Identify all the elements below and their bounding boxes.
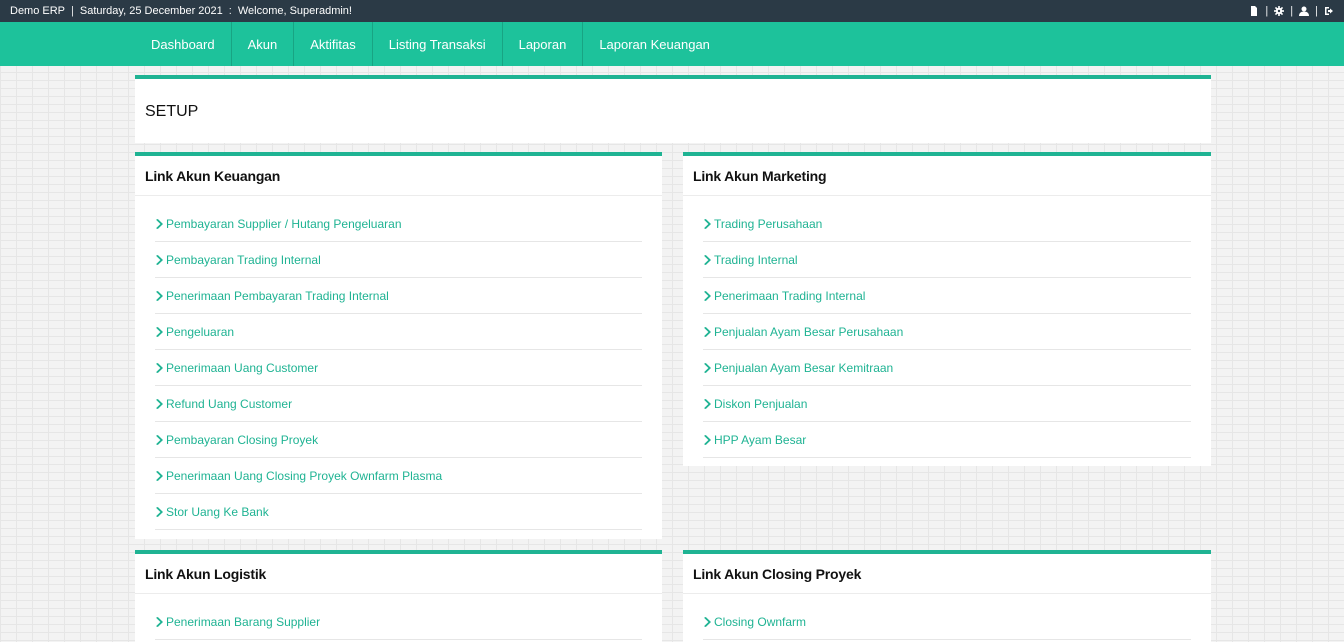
card-title: Link Akun Marketing <box>683 156 1211 196</box>
gear-icon[interactable] <box>1274 6 1285 16</box>
list-item[interactable]: Diskon Penjualan <box>703 386 1191 422</box>
list-item-label: Penerimaan Uang Closing Proyek Ownfarm P… <box>166 468 443 483</box>
list-item[interactable]: Penerimaan Uang Customer <box>155 350 642 386</box>
page-title: SETUP <box>145 103 199 120</box>
list-item[interactable]: Closing Ownfarm <box>703 604 1191 640</box>
chevron-right-icon <box>703 616 712 627</box>
link-list: Pembayaran Supplier / Hutang Pengeluaran… <box>135 196 662 530</box>
list-item-label: Stor Uang Ke Bank <box>166 504 269 519</box>
list-item-label: Trading Internal <box>714 252 798 267</box>
chevron-right-icon <box>155 218 164 229</box>
file-icon[interactable] <box>1249 6 1259 16</box>
list-item-label: Pembayaran Closing Proyek <box>166 432 319 447</box>
chevron-right-icon <box>703 398 712 409</box>
chevron-right-icon <box>155 254 164 265</box>
chevron-right-icon <box>703 326 712 337</box>
separator: | <box>71 5 74 17</box>
chevron-right-icon <box>155 290 164 301</box>
list-item-label: Trading Perusahaan <box>714 216 823 231</box>
separator: | <box>1265 5 1269 17</box>
nav-akun[interactable]: Akun <box>232 22 295 66</box>
card-title: Link Akun Logistik <box>135 554 662 594</box>
list-item-label: Penerimaan Barang Supplier <box>166 614 321 629</box>
list-item[interactable]: Stor Uang Ke Bank <box>155 494 642 530</box>
logout-icon[interactable] <box>1324 6 1334 16</box>
list-item[interactable]: Penjualan Ayam Besar Perusahaan <box>703 314 1191 350</box>
nav-listing-transaksi[interactable]: Listing Transaksi <box>373 22 503 66</box>
list-item[interactable]: Trading Internal <box>703 242 1191 278</box>
list-item-label: HPP Ayam Besar <box>714 432 807 447</box>
separator: : <box>228 5 232 17</box>
app-name: Demo ERP <box>10 5 66 17</box>
welcome-text: Welcome, Superadmin! <box>237 5 352 17</box>
list-item[interactable]: Penerimaan Pembayaran Trading Internal <box>155 278 642 314</box>
nav-dashboard[interactable]: Dashboard <box>135 22 232 66</box>
list-item[interactable]: Penjualan Ayam Besar Kemitraan <box>703 350 1191 386</box>
list-item-label: Penerimaan Uang Customer <box>166 360 319 375</box>
card-title: Link Akun Keuangan <box>135 156 662 196</box>
card-link-akun-keuangan: Link Akun Keuangan Pembayaran Supplier /… <box>135 152 662 539</box>
chevron-right-icon <box>703 362 712 373</box>
list-item[interactable]: Pembayaran Trading Internal <box>155 242 642 278</box>
list-item[interactable]: Penerimaan Barang Supplier <box>155 604 642 640</box>
top-bar: Demo ERP | Saturday, 25 December 2021 : … <box>0 0 1344 22</box>
list-item-label: Refund Uang Customer <box>166 396 293 411</box>
list-item-label: Closing Ownfarm <box>714 614 807 629</box>
chevron-right-icon <box>155 434 164 445</box>
top-info: Demo ERP | Saturday, 25 December 2021 : … <box>10 5 352 17</box>
separator: | <box>1290 5 1294 17</box>
list-item-label: Pembayaran Supplier / Hutang Pengeluaran <box>166 216 402 231</box>
card-link-akun-marketing: Link Akun Marketing Trading Perusahaan T… <box>683 152 1211 466</box>
nav-laporan-keuangan[interactable]: Laporan Keuangan <box>583 22 726 66</box>
list-item-label: Penjualan Ayam Besar Kemitraan <box>714 360 894 375</box>
list-item[interactable]: Pembayaran Closing Proyek <box>155 422 642 458</box>
list-item-label: Penerimaan Pembayaran Trading Internal <box>166 288 389 303</box>
list-item[interactable]: Penerimaan Uang Closing Proyek Ownfarm P… <box>155 458 642 494</box>
nav-laporan[interactable]: Laporan <box>503 22 584 66</box>
card-title: Link Akun Closing Proyek <box>683 554 1211 594</box>
list-item[interactable]: Trading Perusahaan <box>703 206 1191 242</box>
list-item-label: Penjualan Ayam Besar Perusahaan <box>714 324 904 339</box>
list-item[interactable]: Refund Uang Customer <box>155 386 642 422</box>
chevron-right-icon <box>155 616 164 627</box>
main-nav: Dashboard Akun Aktifitas Listing Transak… <box>0 22 1344 66</box>
user-icon[interactable] <box>1299 6 1310 16</box>
list-item[interactable]: Pengeluaran <box>155 314 642 350</box>
list-item[interactable]: HPP Ayam Besar <box>703 422 1191 458</box>
list-item-label: Pengeluaran <box>166 324 235 339</box>
chevron-right-icon <box>155 506 164 517</box>
chevron-right-icon <box>155 362 164 373</box>
top-tools: | | | <box>1249 5 1334 17</box>
card-link-akun-logistik: Link Akun Logistik Penerimaan Barang Sup… <box>135 550 662 642</box>
list-item[interactable]: Penerimaan Trading Internal <box>703 278 1191 314</box>
link-list: Trading Perusahaan Trading Internal Pene… <box>683 196 1211 458</box>
chevron-right-icon <box>703 218 712 229</box>
card-link-akun-closing-proyek: Link Akun Closing Proyek Closing Ownfarm <box>683 550 1211 642</box>
list-item-label: Penerimaan Trading Internal <box>714 288 866 303</box>
chevron-right-icon <box>155 326 164 337</box>
separator: | <box>1315 5 1318 17</box>
list-item-label: Diskon Penjualan <box>714 396 808 411</box>
chevron-right-icon <box>703 290 712 301</box>
nav-aktifitas[interactable]: Aktifitas <box>294 22 373 66</box>
list-item[interactable]: Pembayaran Supplier / Hutang Pengeluaran <box>155 206 642 242</box>
chevron-right-icon <box>155 470 164 481</box>
setup-panel: SETUP <box>135 75 1211 143</box>
chevron-right-icon <box>703 434 712 445</box>
list-item-label: Pembayaran Trading Internal <box>166 252 321 267</box>
current-date: Saturday, 25 December 2021 <box>79 5 223 17</box>
chevron-right-icon <box>155 398 164 409</box>
link-list: Penerimaan Barang Supplier <box>135 594 662 640</box>
link-list: Closing Ownfarm <box>683 594 1211 640</box>
chevron-right-icon <box>703 254 712 265</box>
